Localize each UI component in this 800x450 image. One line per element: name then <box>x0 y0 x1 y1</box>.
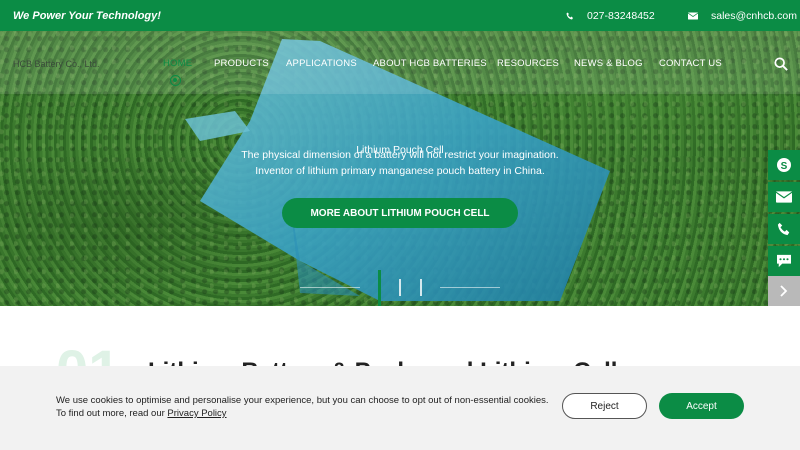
company-name[interactable]: HCB Battery Co., Ltd. <box>13 59 100 69</box>
pager-track-left <box>300 287 360 288</box>
mail-icon <box>688 12 698 20</box>
skype-button[interactable]: S <box>768 150 800 180</box>
chat-icon <box>777 254 791 268</box>
slide-indicator-3[interactable] <box>420 279 422 296</box>
skype-icon: S <box>777 158 791 172</box>
hero-subtitle-1: The physical dimension of a battery will… <box>241 149 559 161</box>
tagline: We Power Your Technology! <box>13 10 161 22</box>
nav-about[interactable]: ABOUT HCB BATTERIES <box>373 58 487 69</box>
search-icon[interactable] <box>774 57 788 71</box>
active-nav-indicator <box>170 75 181 86</box>
phone-icon <box>777 222 790 236</box>
phone-number: 027-83248452 <box>587 10 655 22</box>
phone-icon <box>566 12 573 20</box>
phone-button[interactable] <box>768 214 800 244</box>
privacy-policy-link[interactable]: Privacy Policy <box>167 408 226 419</box>
main-nav: HCB Battery Co., Ltd. HOME PRODUCTS APPL… <box>0 31 800 94</box>
cookie-message: We use cookies to optimise and personali… <box>56 394 549 420</box>
cookie-message-prefix: To find out more, read our <box>56 408 168 419</box>
mail-icon <box>776 191 792 203</box>
slide-indicator-2[interactable] <box>399 279 401 296</box>
chat-button[interactable] <box>768 246 800 276</box>
nav-resources[interactable]: RESOURCES <box>497 58 559 69</box>
top-bar: We Power Your Technology! 027-83248452 s… <box>0 0 800 31</box>
email-address: sales@cnhcb.com <box>711 10 797 22</box>
nav-home[interactable]: HOME <box>163 58 192 69</box>
nav-contact[interactable]: CONTACT US <box>659 58 722 69</box>
chevron-right-icon <box>780 285 788 297</box>
reject-cookies-button[interactable]: Reject <box>562 393 647 419</box>
email-button[interactable] <box>768 182 800 212</box>
nav-news-blog[interactable]: NEWS & BLOG <box>574 58 643 69</box>
slide-indicator-1[interactable] <box>378 270 381 306</box>
more-about-pouch-cell-button[interactable]: MORE ABOUT LITHIUM POUCH CELL <box>282 198 518 228</box>
nav-applications[interactable]: APPLICATIONS <box>286 58 357 69</box>
collapse-sidebar-button[interactable] <box>768 276 800 306</box>
cookie-message-line1: We use cookies to optimise and personali… <box>56 395 549 406</box>
accept-cookies-button[interactable]: Accept <box>659 393 744 419</box>
cookie-message-line2: To find out more, read our Privacy Polic… <box>56 407 549 420</box>
cookie-banner: We use cookies to optimise and personali… <box>0 366 800 450</box>
svg-text:S: S <box>781 161 788 172</box>
nav-products[interactable]: PRODUCTS <box>214 58 269 69</box>
pager-track-right <box>440 287 500 288</box>
email-contact[interactable]: sales@cnhcb.com <box>688 10 797 22</box>
hero-subtitle-2: Inventor of lithium primary manganese po… <box>255 165 545 177</box>
phone-contact[interactable]: 027-83248452 <box>566 10 655 22</box>
